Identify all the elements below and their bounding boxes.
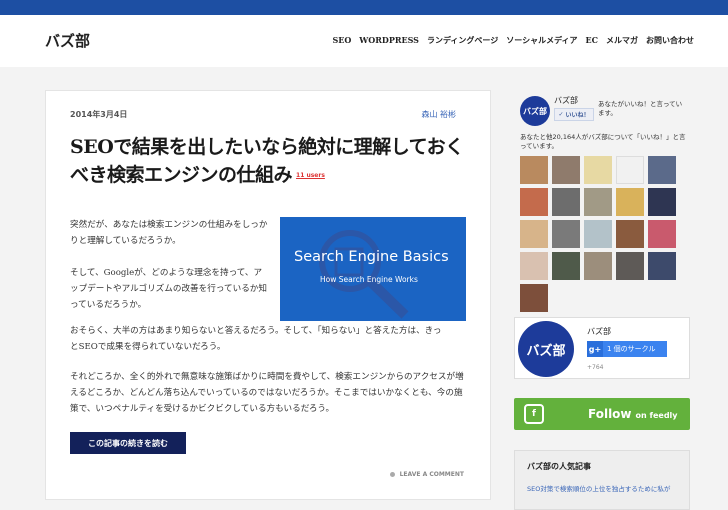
magnifier-icon	[319, 230, 409, 319]
hatena-users-badge[interactable]: 11 users	[296, 162, 325, 190]
feedly-suffix: on feedly	[635, 411, 678, 420]
nav-item-social-media[interactable]: ソーシャルメディア	[506, 35, 577, 46]
like-button-label: いいね！	[565, 112, 590, 119]
fan-avatar[interactable]	[552, 220, 580, 248]
fan-avatar[interactable]	[520, 188, 548, 216]
google-plus-count: +764	[587, 364, 604, 371]
main-nav: SEO WORDPRESS ランディングページ ソーシャルメディア EC メルマ…	[332, 35, 694, 46]
article-thumbnail[interactable]: Search Engine Basics How Search Engine W…	[280, 217, 466, 321]
facebook-like-count: あなたと他20,164人がバズ部について「いいね！」と言っています。	[520, 133, 686, 150]
fan-avatar[interactable]	[616, 252, 644, 280]
feedly-icon: f	[524, 404, 544, 424]
article-card: 2014年3月4日 森山 裕彬 SEOで結果を出したいなら絶対に理解しておくべき…	[45, 90, 491, 500]
article-title[interactable]: SEOで結果を出したいなら絶対に理解しておくべき検索エンジンの仕組み 11 use…	[70, 133, 470, 190]
popular-article-link[interactable]: SEO対策で検索順位の上位を独占するために私が	[527, 483, 670, 493]
facebook-like-description: あなたがいいね！と言っています。	[598, 100, 683, 117]
fan-avatar[interactable]	[584, 188, 612, 216]
image-title: Search Engine Basics	[294, 249, 449, 265]
fan-avatar[interactable]	[648, 156, 676, 184]
nav-item-wordpress[interactable]: WORDPRESS	[359, 35, 419, 46]
fan-avatar[interactable]	[616, 188, 644, 216]
top-bar	[0, 0, 728, 15]
article-paragraph: それどころか、全く的外れで無意味な施策ばかりに時間を費やして、検索エンジンからの…	[70, 372, 464, 414]
fan-avatar[interactable]	[616, 220, 644, 248]
nav-item-seo[interactable]: SEO	[332, 35, 351, 46]
fan-avatar[interactable]	[584, 156, 612, 184]
google-plus-icon: g+	[587, 341, 603, 357]
fan-avatar[interactable]	[520, 220, 548, 248]
article-paragraph: そして、Googleが、どのような理念を持って、アップデートやアルゴリズムの改善…	[70, 268, 267, 310]
fan-avatar[interactable]	[648, 188, 676, 216]
fan-avatar[interactable]	[552, 156, 580, 184]
follow-on-feedly-button[interactable]: f Follow on feedly	[514, 398, 690, 430]
google-plus-avatar[interactable]: バズ部	[518, 321, 574, 377]
facebook-page-avatar[interactable]: バズ部	[520, 96, 550, 126]
fan-avatar[interactable]	[552, 252, 580, 280]
article-author[interactable]: 森山 裕彬	[421, 109, 456, 120]
leave-comment-label: LEAVE A COMMENT	[399, 471, 464, 478]
site-logo[interactable]: バズ部	[45, 30, 90, 51]
fan-avatar[interactable]	[648, 252, 676, 280]
check-icon: ✓	[558, 111, 564, 118]
fan-avatar[interactable]	[584, 220, 612, 248]
leave-comment-link[interactable]: LEAVE A COMMENT	[389, 471, 464, 478]
facebook-fan-faces	[520, 156, 676, 312]
fan-avatar[interactable]	[520, 252, 548, 280]
nav-item-landing-page[interactable]: ランディングページ	[427, 35, 498, 46]
article-date: 2014年3月4日	[70, 110, 128, 119]
fan-avatar[interactable]	[552, 188, 580, 216]
google-plus-name[interactable]: バズ部	[587, 326, 611, 337]
fan-avatar[interactable]	[520, 284, 548, 312]
facebook-page-name[interactable]: バズ部	[554, 95, 578, 106]
nav-item-ec[interactable]: EC	[586, 35, 598, 46]
fan-avatar[interactable]	[616, 156, 644, 184]
site-header: バズ部 SEO WORDPRESS ランディングページ ソーシャルメディア EC…	[0, 15, 728, 67]
popular-articles-title: バズ部の人気記事	[527, 462, 591, 471]
fan-avatar[interactable]	[584, 252, 612, 280]
google-plus-widget: バズ部 バズ部 g+ 1 個のサークル +764	[514, 317, 690, 379]
fan-avatar[interactable]	[520, 156, 548, 184]
feedly-label: Follow	[588, 407, 632, 421]
read-more-button[interactable]: この記事の続きを読む	[70, 432, 186, 454]
article-title-text[interactable]: SEOで結果を出したいなら絶対に理解しておくべき検索エンジンの仕組み	[70, 136, 464, 186]
facebook-like-button[interactable]: ✓ いいね！	[554, 108, 594, 121]
google-plus-button-label: 1 個のサークル	[607, 345, 656, 353]
comment-icon	[389, 472, 395, 477]
popular-articles-widget: バズ部の人気記事 SEO対策で検索順位の上位を独占するために私が	[514, 450, 690, 510]
fan-avatar[interactable]	[648, 220, 676, 248]
image-subtitle: How Search Engine Works	[320, 275, 418, 284]
google-plus-circle-button[interactable]: g+ 1 個のサークル	[587, 341, 667, 357]
nav-item-contact[interactable]: お問い合わせ	[646, 35, 694, 46]
article-paragraph: おそらく、大半の方はあまり知らないと答えるだろう。そして、「知らない」と答えた方…	[70, 326, 442, 352]
article-paragraph: 突然だが、あなたは検索エンジンの仕組みをしっかりと理解しているだろうか。	[70, 220, 268, 246]
nav-item-mailmag[interactable]: メルマガ	[606, 35, 638, 46]
